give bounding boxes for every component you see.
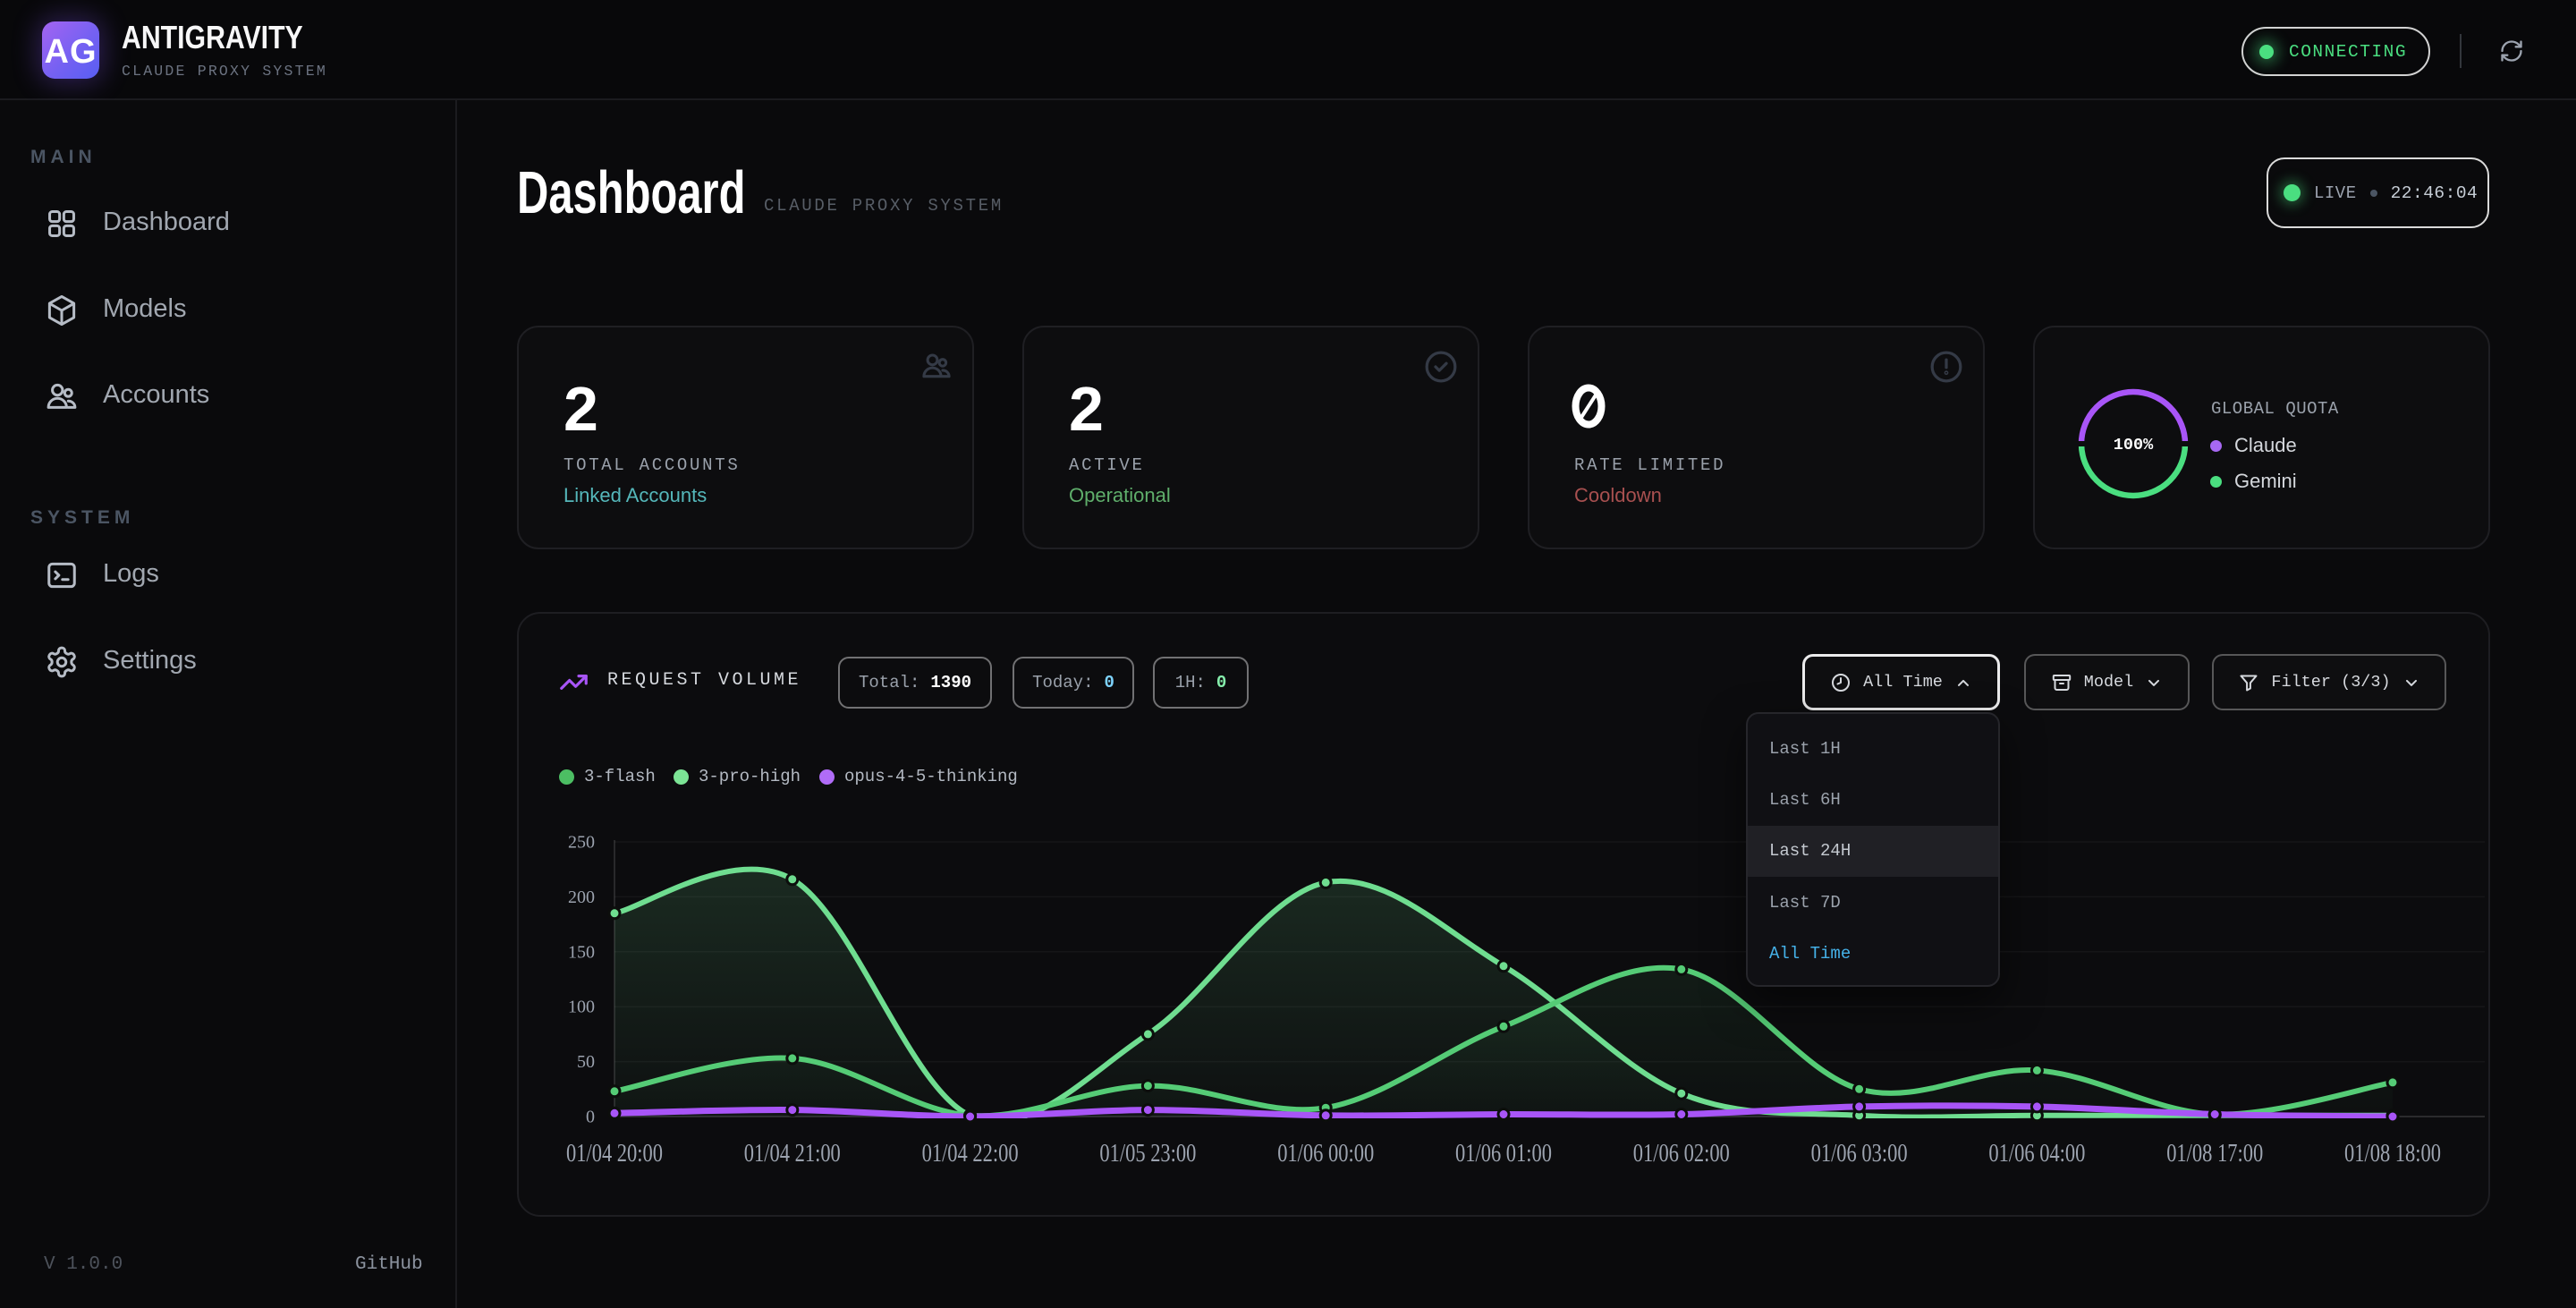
svg-text:01/06 04:00: 01/06 04:00 bbox=[1988, 1140, 2085, 1168]
svg-text:01/05 23:00: 01/05 23:00 bbox=[1099, 1140, 1196, 1168]
svg-text:150: 150 bbox=[568, 942, 595, 962]
svg-text:01/06 01:00: 01/06 01:00 bbox=[1455, 1140, 1552, 1168]
svg-text:01/06 00:00: 01/06 00:00 bbox=[1277, 1140, 1374, 1168]
svg-text:100: 100 bbox=[568, 998, 595, 1017]
svg-text:50: 50 bbox=[577, 1052, 595, 1072]
svg-text:01/08 18:00: 01/08 18:00 bbox=[2344, 1140, 2441, 1168]
svg-text:250: 250 bbox=[568, 833, 595, 853]
svg-text:01/04 22:00: 01/04 22:00 bbox=[922, 1140, 1019, 1168]
svg-text:0: 0 bbox=[586, 1108, 595, 1127]
svg-text:01/06 02:00: 01/06 02:00 bbox=[1633, 1140, 1730, 1168]
svg-text:200: 200 bbox=[568, 888, 595, 907]
svg-text:01/08 17:00: 01/08 17:00 bbox=[2166, 1140, 2263, 1168]
svg-text:01/06 03:00: 01/06 03:00 bbox=[1811, 1140, 1908, 1168]
svg-text:01/04 21:00: 01/04 21:00 bbox=[744, 1140, 841, 1168]
svg-text:01/04 20:00: 01/04 20:00 bbox=[566, 1140, 663, 1168]
